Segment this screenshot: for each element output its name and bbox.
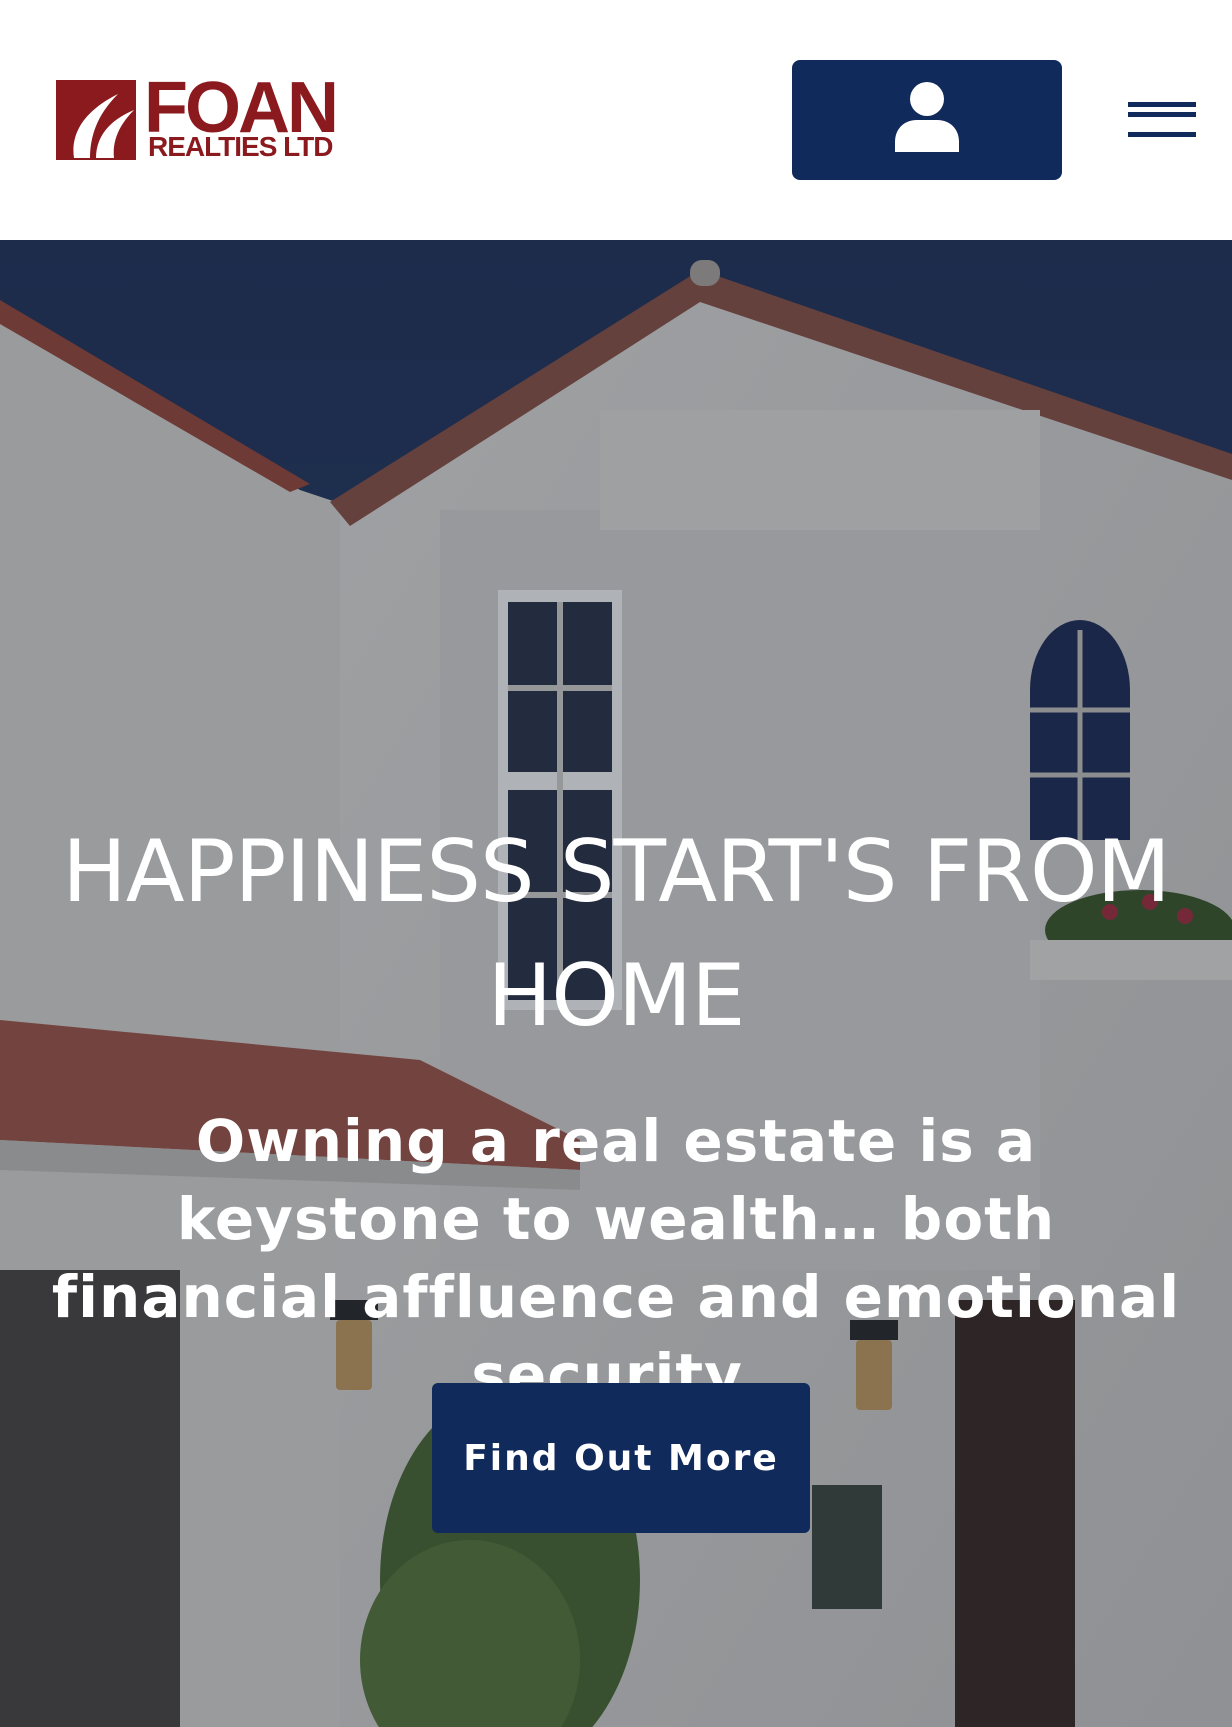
account-button[interactable]: [792, 60, 1062, 180]
hero-title: HAPPINESS START'S FROM HOME: [62, 822, 1171, 1046]
hero-subtitle: Owning a real estate is a keystone to we…: [51, 1107, 1181, 1409]
hamburger-menu-icon[interactable]: [1124, 98, 1196, 140]
foan-logo[interactable]: FOAN REALTIES LTD: [56, 72, 356, 164]
site-header: FOAN REALTIES LTD: [0, 0, 1232, 240]
logo-tagline: REALTIES LTD: [148, 131, 334, 162]
find-out-more-button[interactable]: Find Out More: [432, 1383, 810, 1533]
logo-mark-icon: [56, 80, 136, 160]
user-icon: [895, 82, 959, 152]
hero-section: HAPPINESS START'S FROM HOME Owning a rea…: [0, 240, 1232, 1727]
